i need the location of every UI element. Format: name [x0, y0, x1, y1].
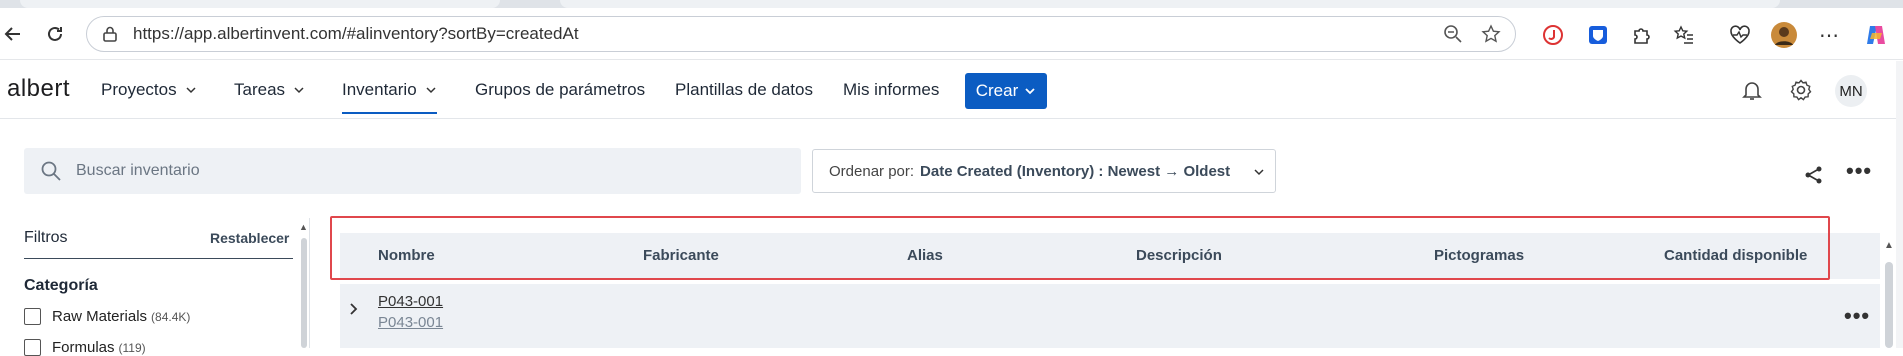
sort-dropdown[interactable]: Ordenar por: Date Created (Inventory) : …	[812, 149, 1276, 193]
filters-scrollbar[interactable]: ▲	[299, 222, 309, 348]
nav-proyectos[interactable]: Proyectos	[101, 80, 197, 100]
nav-plantillas-label: Plantillas de datos	[675, 80, 813, 99]
extensions-puzzle-icon[interactable]	[1627, 21, 1655, 49]
settings-gear-icon[interactable]	[1789, 78, 1813, 102]
chevron-right-icon[interactable]	[346, 301, 362, 317]
browser-menu-icon[interactable]: ⋯	[1815, 21, 1843, 49]
filters-panel: Filtros Restablecer Categoría Raw Materi…	[0, 218, 310, 356]
table-row[interactable]: P043-001 P043-001 •••	[340, 284, 1880, 348]
scroll-up-arrow-icon[interactable]: ▲	[1884, 240, 1894, 251]
table-scrollbar[interactable]: ▲	[1882, 240, 1896, 348]
url-text: https://app.albertinvent.com/#alinventor…	[133, 24, 579, 43]
albert-logo[interactable]: albert	[7, 75, 70, 103]
filter-checkbox[interactable]	[24, 308, 41, 325]
inventory-search[interactable]	[24, 148, 801, 194]
header-highlight-box	[330, 216, 1830, 280]
create-button-label: Crear	[975, 81, 1019, 100]
sort-label: Ordenar por:	[829, 162, 915, 180]
nav-grupos-label: Grupos de parámetros	[475, 80, 646, 99]
browser-tab-active[interactable]	[560, 0, 1780, 8]
nav-mis-informes[interactable]: Mis informes	[843, 80, 939, 100]
chevron-down-icon	[1254, 169, 1264, 176]
nav-grupos-de-parametros[interactable]: Grupos de parámetros	[475, 80, 645, 100]
reset-filters-link[interactable]: Restablecer	[210, 230, 289, 246]
row-name-link[interactable]: P043-001	[378, 293, 443, 310]
chevron-down-icon	[1025, 88, 1035, 95]
browser-tab-strip	[0, 0, 1903, 8]
lock-icon[interactable]	[101, 25, 119, 43]
row-more-options-icon[interactable]: •••	[1844, 303, 1870, 329]
search-icon	[41, 161, 61, 181]
browser-tab[interactable]	[20, 0, 500, 8]
profile-photo-icon[interactable]	[1770, 21, 1798, 49]
create-button[interactable]: Crear	[965, 73, 1047, 109]
scroll-up-arrow-icon[interactable]: ▲	[299, 222, 308, 232]
copilot-icon[interactable]	[1862, 21, 1890, 49]
zoom-out-icon[interactable]	[1443, 24, 1463, 44]
filters-title: Filtros	[24, 229, 68, 246]
nav-proyectos-label: Proyectos	[101, 80, 177, 99]
address-bar[interactable]: https://app.albertinvent.com/#alinventor…	[86, 16, 1516, 52]
share-icon[interactable]	[1803, 164, 1825, 186]
nav-tareas[interactable]: Tareas	[234, 80, 305, 100]
scrollbar-thumb[interactable]	[301, 238, 307, 348]
chevron-down-icon	[426, 87, 436, 94]
chevron-down-icon	[294, 87, 304, 94]
filter-item-raw-materials[interactable]: Raw Materials (84.4K)	[24, 308, 190, 325]
filter-item-count: (84.4K)	[151, 309, 191, 324]
filters-divider	[24, 258, 293, 259]
scrollbar-thumb[interactable]	[1885, 262, 1893, 348]
reload-icon[interactable]	[42, 21, 68, 47]
health-heart-icon[interactable]	[1726, 21, 1754, 49]
app-navbar: albert Proyectos Tareas Inventario Grupo…	[0, 61, 1903, 119]
chevron-down-icon	[186, 87, 196, 94]
filter-item-label: Raw Materials	[52, 308, 148, 325]
favorites-list-icon[interactable]	[1670, 21, 1698, 49]
search-input[interactable]	[76, 162, 756, 180]
nav-inventario[interactable]: Inventario	[342, 80, 437, 114]
nav-inventario-label: Inventario	[342, 80, 417, 99]
category-title: Categoría	[24, 277, 98, 294]
more-options-icon[interactable]: •••	[1846, 158, 1872, 184]
notifications-bell-icon[interactable]	[1740, 78, 1764, 102]
row-subname-link[interactable]: P043-001	[378, 314, 443, 331]
nav-plantillas-de-datos[interactable]: Plantillas de datos	[675, 80, 813, 100]
browser-toolbar: https://app.albertinvent.com/#alinventor…	[0, 8, 1903, 60]
favorite-star-icon[interactable]	[1481, 24, 1501, 44]
window-edge	[1896, 61, 1903, 348]
sort-value: Date Created (Inventory) : Newest → Olde…	[920, 162, 1231, 180]
back-icon[interactable]	[0, 21, 26, 47]
nav-tareas-label: Tareas	[234, 80, 286, 99]
nav-informes-label: Mis informes	[843, 80, 940, 99]
extension-red-icon[interactable]	[1539, 21, 1567, 49]
bitwarden-shield-icon[interactable]	[1584, 21, 1612, 49]
user-avatar[interactable]: MN	[1835, 75, 1867, 107]
